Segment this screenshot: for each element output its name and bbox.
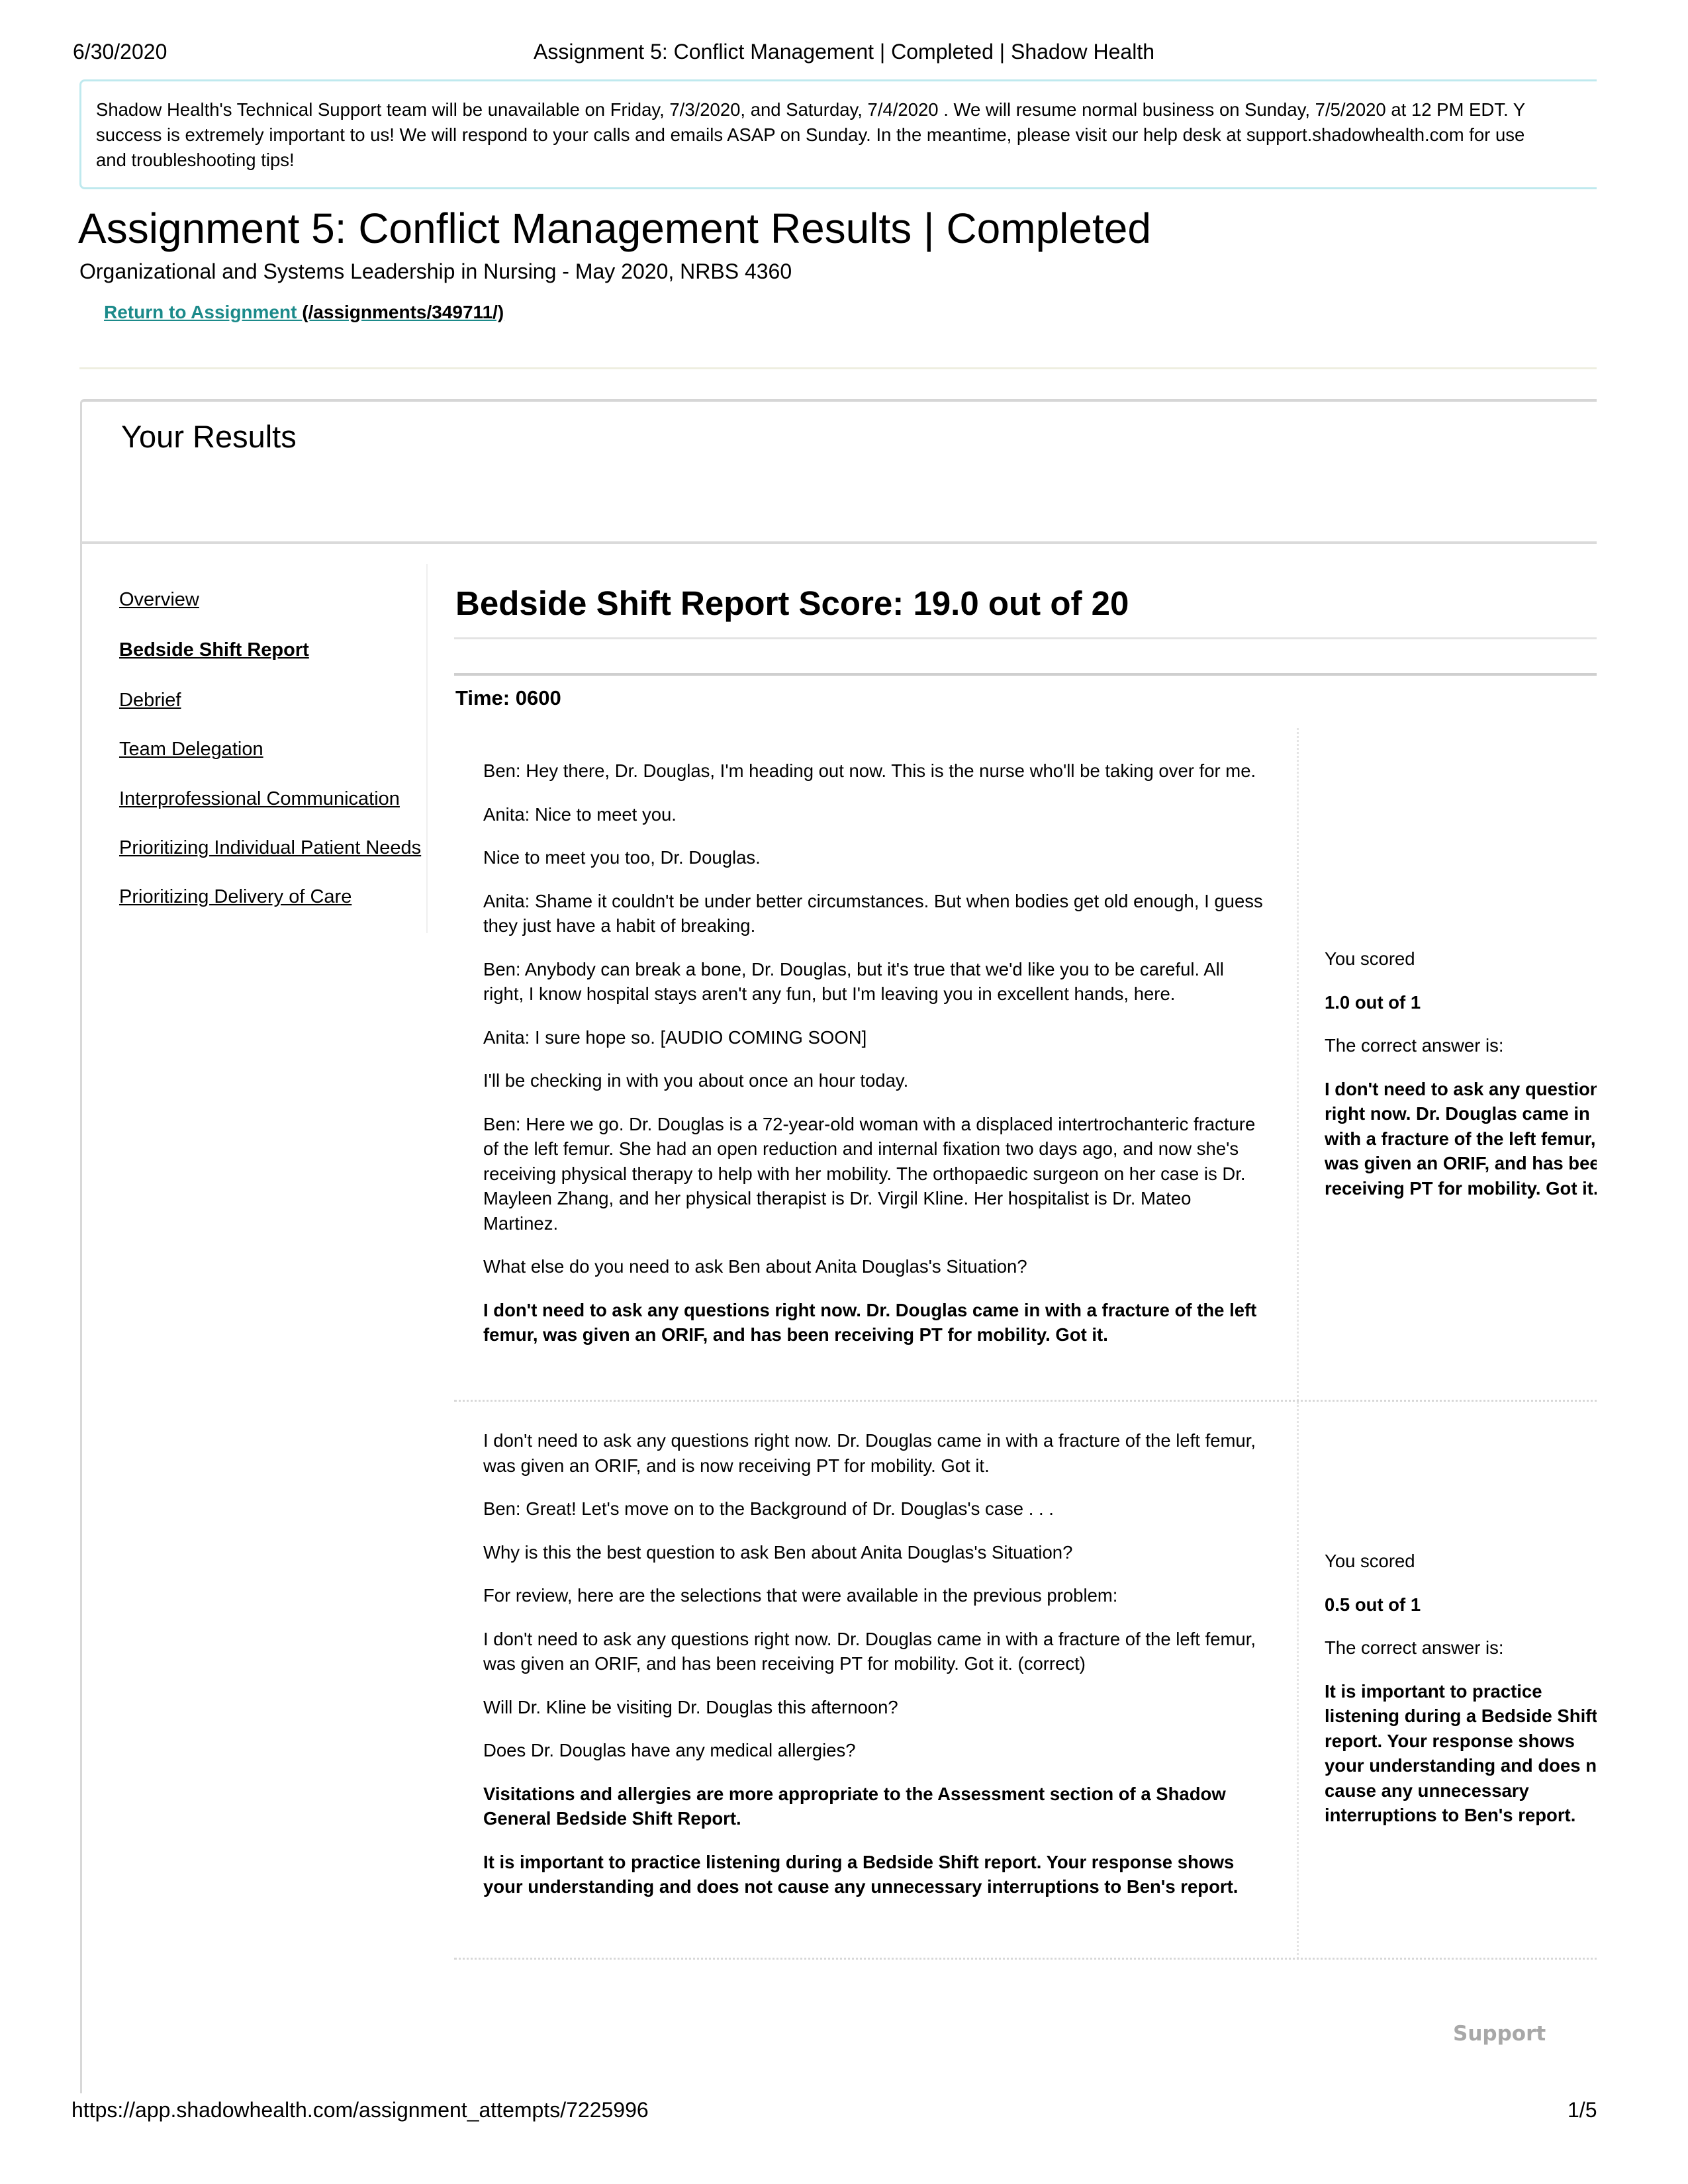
dialogue-line: I don't need to ask any questions right …	[483, 1628, 1256, 1674]
support-button[interactable]: Support	[1453, 2022, 1546, 2046]
sidebar-item-overview[interactable]: Overview	[119, 589, 199, 611]
dialogue-line: Does Dr. Douglas have any medical allerg…	[483, 1740, 856, 1760]
dialogue-line: Ben: Hey there, Dr. Douglas, I'm heading…	[483, 760, 1256, 781]
sidebar-item-debrief[interactable]: Debrief	[119, 690, 181, 711]
dialogue-line: Why is this the best question to ask Ben…	[483, 1541, 1073, 1563]
results-header-divider	[81, 541, 1597, 544]
dialogue-column: I don't need to ask any questions right …	[483, 1428, 1264, 1918]
selected-response: I don't need to ask any questions right …	[483, 1299, 1257, 1345]
print-footer-url: https://app.shadowhealth.com/assignment_…	[71, 2098, 649, 2122]
time-label: Time: 0600	[455, 686, 561, 709]
sidebar-item-team-delegation[interactable]: Team Delegation	[119, 739, 263, 760]
dialogue-line: Anita: Nice to meet you.	[483, 803, 677, 825]
dialogue-line: Anita: I sure hope so. [AUDIO COMING SOO…	[483, 1026, 867, 1048]
dialogue-line: Nice to meet you too, Dr. Douglas.	[483, 847, 761, 868]
banner-line: success is extremely important to us! We…	[96, 124, 1525, 145]
question-block: I don't need to ask any questions right …	[454, 1402, 1597, 1960]
score-column: You scored 0.5 out of 1 The correct answ…	[1325, 1549, 1597, 1846]
divider	[454, 637, 1597, 639]
score-column: You scored 1.0 out of 1 The correct answ…	[1325, 946, 1597, 1219]
sidebar-item-prioritizing-delivery-of-care[interactable]: Prioritizing Delivery of Care	[119, 886, 352, 908]
column-divider	[1297, 1402, 1299, 1959]
correct-answer-text: I don't need to ask any questions right …	[1325, 1078, 1597, 1199]
banner-line: and troubleshooting tips!	[96, 150, 295, 170]
return-to-assignment-link[interactable]: Return to Assignment	[104, 302, 302, 322]
return-to-assignment[interactable]: Return to Assignment (/assignments/34971…	[104, 302, 504, 323]
sidebar-divider	[426, 564, 428, 933]
correct-answer-label: The correct answer is:	[1325, 1637, 1504, 1658]
divider	[79, 367, 1597, 369]
correct-answer-label: The correct answer is:	[1325, 1035, 1504, 1056]
dialogue-line: What else do you need to ask Ben about A…	[483, 1256, 1027, 1277]
dialogue-line: Will Dr. Kline be visiting Dr. Douglas t…	[483, 1696, 898, 1717]
support-notice-banner: Shadow Health's Technical Support team w…	[79, 79, 1597, 189]
print-page-number: 1/5	[1568, 2098, 1597, 2122]
block-divider	[454, 1958, 1597, 1960]
results-title: Your Results	[121, 419, 297, 454]
return-link-path[interactable]: (/assignments/349711/)	[302, 302, 504, 322]
correct-answer-text: It is important to practice listening du…	[1325, 1680, 1597, 1826]
dialogue-line: Anita: Shame it couldn't be under better…	[483, 890, 1263, 936]
page-title: Assignment 5: Conflict Management Result…	[78, 205, 1151, 252]
score-label: You scored	[1325, 1551, 1415, 1571]
selected-response: Visitations and allergies are more appro…	[483, 1783, 1226, 1829]
dialogue-line: Ben: Great! Let's move on to the Backgro…	[483, 1498, 1054, 1519]
page-viewport: Shadow Health's Technical Support team w…	[0, 0, 1597, 2184]
dialogue-column: Ben: Hey there, Dr. Douglas, I'm heading…	[483, 758, 1264, 1366]
banner-line: Shadow Health's Technical Support team w…	[96, 99, 1526, 120]
sidebar-item-interprofessional-communication[interactable]: Interprofessional Communication	[119, 788, 400, 810]
section-score-heading: Bedside Shift Report Score: 19.0 out of …	[455, 584, 1129, 622]
score-value: 1.0 out of 1	[1325, 991, 1421, 1013]
dialogue-line: Ben: Here we go. Dr. Douglas is a 72-yea…	[483, 1113, 1256, 1234]
sidebar-item-prioritizing-individual-patient-needs[interactable]: Prioritizing Individual Patient Needs	[119, 837, 421, 859]
dialogue-line: Ben: Anybody can break a bone, Dr. Dougl…	[483, 958, 1224, 1005]
column-divider	[1297, 728, 1299, 1401]
question-block: Ben: Hey there, Dr. Douglas, I'm heading…	[454, 728, 1597, 1402]
score-label: You scored	[1325, 948, 1415, 969]
dialogue-line: I don't need to ask any questions right …	[483, 1430, 1256, 1476]
dialogue-line: For review, here are the selections that…	[483, 1585, 1118, 1606]
divider	[454, 673, 1597, 676]
course-subtitle: Organizational and Systems Leadership in…	[79, 259, 792, 283]
score-value: 0.5 out of 1	[1325, 1594, 1421, 1615]
sidebar-item-bedside-shift-report[interactable]: Bedside Shift Report	[119, 639, 309, 661]
dialogue-line: I'll be checking in with you about once …	[483, 1070, 909, 1091]
selected-response: It is important to practice listening du…	[483, 1851, 1239, 1897]
